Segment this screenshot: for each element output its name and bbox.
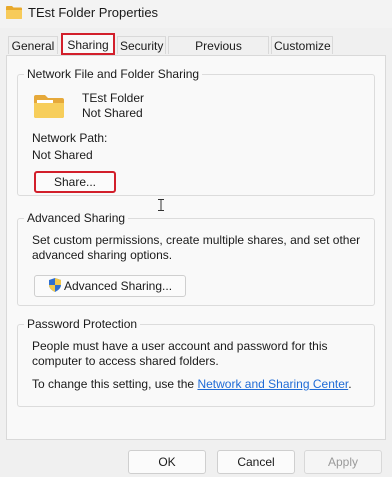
- advanced-sharing-button[interactable]: Advanced Sharing...: [34, 275, 186, 297]
- folder-icon: [34, 95, 64, 118]
- password-protection-group: Password Protection People must have a u…: [17, 317, 375, 407]
- uac-shield-icon: [48, 278, 61, 292]
- password-protection-title: Password Protection: [24, 317, 141, 331]
- sharing-panel: Network File and Folder Sharing TEst Fol…: [6, 55, 386, 440]
- tab-previous-versions[interactable]: Previous Versions: [168, 36, 269, 71]
- network-sharing-group: Network File and Folder Sharing TEst Fol…: [17, 67, 375, 196]
- title-bar: TEst Folder Properties: [0, 0, 392, 28]
- advanced-sharing-group: Advanced Sharing Set custom permissions,…: [17, 211, 375, 306]
- folder-name: TEst Folder: [82, 91, 145, 105]
- advanced-sharing-title: Advanced Sharing: [24, 211, 129, 225]
- network-sharing-center-link[interactable]: Network and Sharing Center: [197, 377, 348, 391]
- change-hint-prefix: To change this setting, use the: [32, 377, 198, 391]
- ok-button[interactable]: OK: [128, 450, 206, 474]
- change-hint-suffix: .: [348, 377, 352, 391]
- password-protection-description: People must have a user account and pass…: [32, 339, 328, 368]
- cancel-button[interactable]: Cancel: [217, 450, 295, 474]
- window-title: TEst Folder Properties: [28, 5, 159, 20]
- folder-icon: [6, 6, 22, 19]
- network-path-value: Not Shared: [32, 148, 93, 162]
- tab-sharing[interactable]: Sharing: [61, 33, 115, 55]
- tab-security[interactable]: Security: [117, 36, 166, 54]
- advanced-sharing-button-label: Advanced Sharing...: [63, 279, 173, 293]
- tab-customize[interactable]: Customize: [271, 36, 333, 54]
- text-cursor-icon: [158, 199, 164, 211]
- folder-share-status: Not Shared: [82, 106, 143, 120]
- tab-general[interactable]: General: [8, 36, 58, 54]
- tab-strip: General Sharing Security Previous Versio…: [0, 30, 392, 71]
- share-button[interactable]: Share...: [34, 171, 116, 193]
- password-change-hint: To change this setting, use the Network …: [32, 377, 372, 391]
- advanced-sharing-description: Set custom permissions, create multiple …: [32, 233, 361, 262]
- apply-button[interactable]: Apply: [304, 450, 382, 474]
- network-path-label: Network Path:: [32, 131, 108, 145]
- network-sharing-title: Network File and Folder Sharing: [24, 67, 203, 81]
